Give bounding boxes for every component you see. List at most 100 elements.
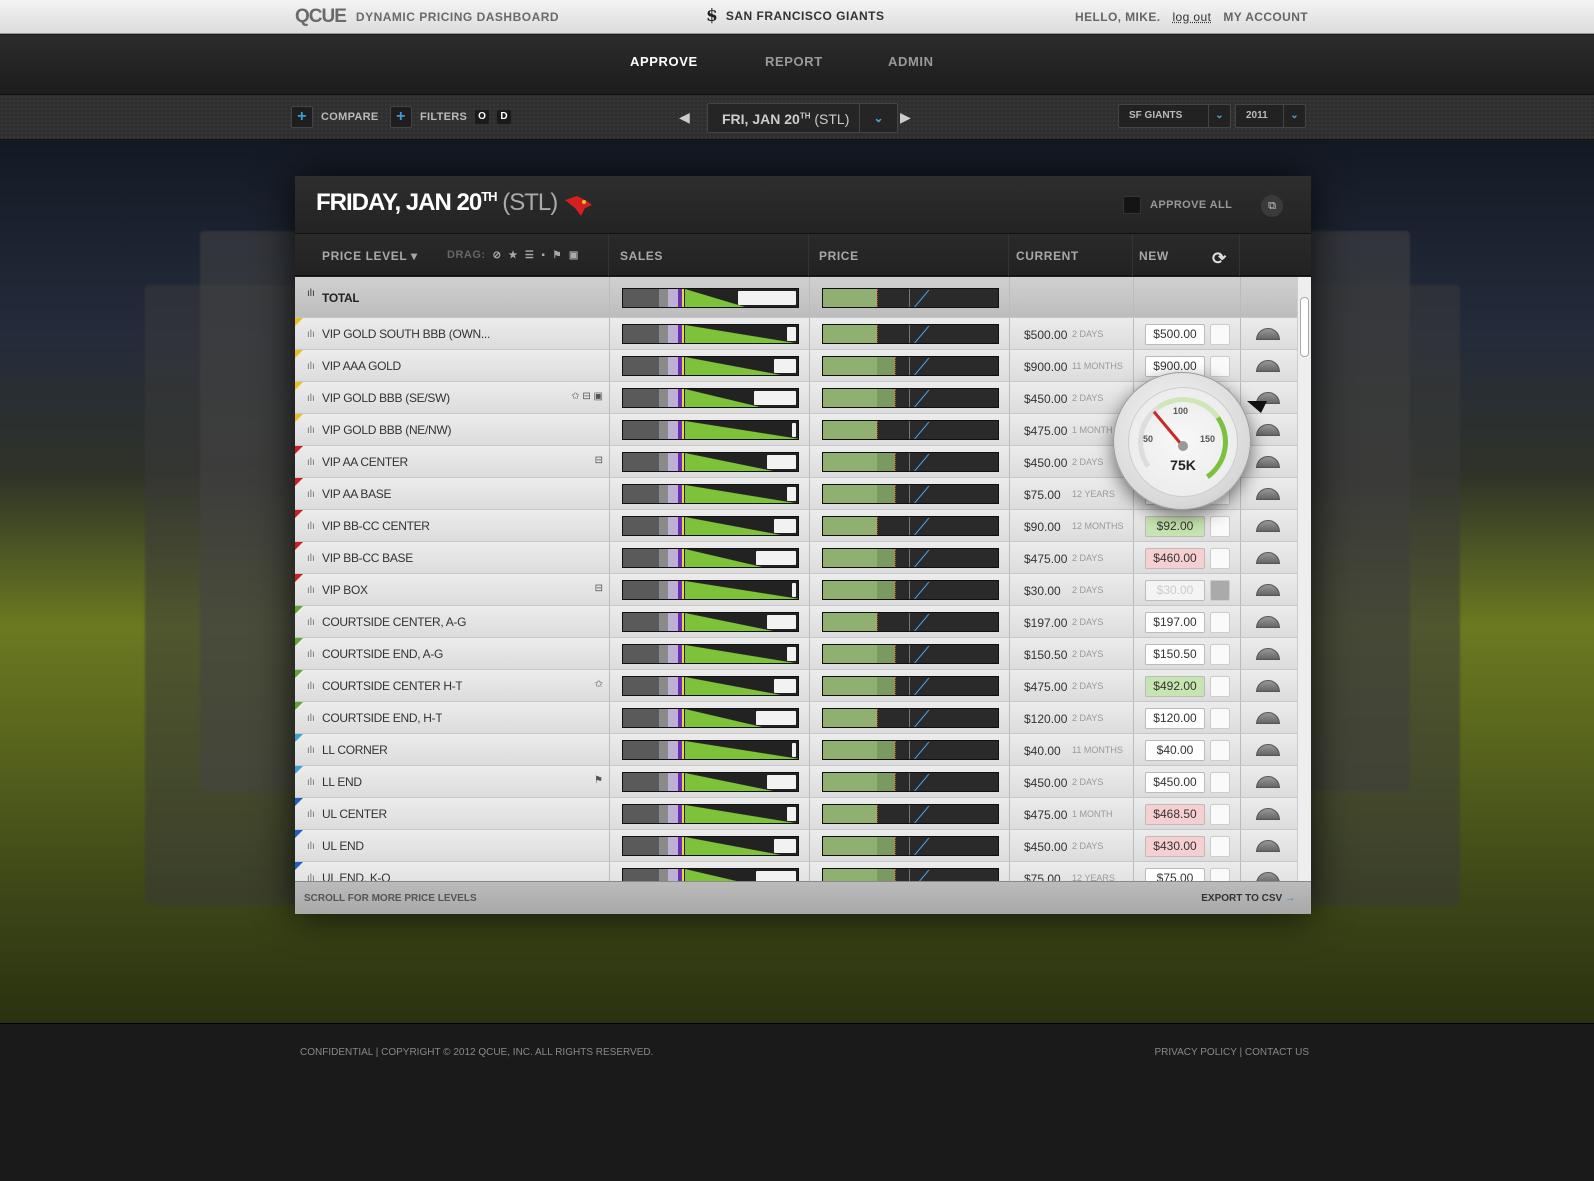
- approve-checkbox[interactable]: [1210, 836, 1230, 857]
- compare-button[interactable]: + COMPARE: [291, 105, 379, 129]
- footer-links[interactable]: PRIVACY POLICY | CONTACT US: [1155, 1047, 1310, 1058]
- table-row[interactable]: ılı LL END ⚑ $450.00 2 DAYS $450.00: [295, 766, 1297, 798]
- filters-button[interactable]: + FILTERS O D: [390, 105, 512, 129]
- copy-icon[interactable]: ⧉: [1261, 195, 1283, 217]
- bar-chart-icon[interactable]: ılı: [307, 777, 315, 788]
- bar-chart-icon[interactable]: ılı: [307, 873, 315, 881]
- bar-chart-icon[interactable]: ılı: [307, 809, 315, 820]
- gauge-icon[interactable]: [1256, 808, 1280, 820]
- table-row[interactable]: ılı VIP BB-CC BASE $475.00 2 DAYS $460.0…: [295, 542, 1297, 574]
- price-level-name[interactable]: VIP AAA GOLD: [322, 359, 401, 373]
- table-row[interactable]: ılı VIP GOLD SOUTH BBB (OWN... $500.00 2…: [295, 318, 1297, 350]
- gauge-icon[interactable]: [1256, 616, 1280, 628]
- approve-checkbox[interactable]: [1210, 324, 1230, 345]
- new-price-input[interactable]: $450.00: [1145, 772, 1205, 793]
- approve-checkbox[interactable]: [1210, 772, 1230, 793]
- price-level-name[interactable]: COURTSIDE END, A-G: [322, 647, 443, 661]
- gauge-icon[interactable]: [1256, 648, 1280, 660]
- new-price-input[interactable]: $120.00: [1145, 708, 1205, 729]
- bar-chart-icon[interactable]: ılı: [307, 425, 315, 436]
- approve-all-checkbox[interactable]: [1123, 196, 1141, 214]
- table-row[interactable]: ılı UL CENTER $475.00 1 MONTH $468.50: [295, 798, 1297, 830]
- new-price-input[interactable]: $468.50: [1145, 804, 1205, 825]
- gauge-icon[interactable]: [1256, 680, 1280, 692]
- lock-icon[interactable]: ▣: [569, 250, 579, 261]
- price-level-name[interactable]: VIP AA BASE: [322, 487, 391, 501]
- table-row[interactable]: ılı VIP AAA GOLD $900.00 11 MONTHS $900.…: [295, 350, 1297, 382]
- next-date-icon[interactable]: ▶: [900, 109, 911, 126]
- approve-checkbox[interactable]: [1210, 612, 1230, 633]
- approve-checkbox[interactable]: [1210, 644, 1230, 665]
- price-level-name[interactable]: VIP GOLD SOUTH BBB (OWN...: [322, 327, 490, 341]
- bar-chart-icon[interactable]: ılı: [307, 841, 315, 852]
- gauge-icon[interactable]: [1256, 872, 1280, 881]
- approve-checkbox[interactable]: [1210, 516, 1230, 537]
- approve-all[interactable]: APPROVE ALL: [1123, 196, 1232, 214]
- gauge-icon[interactable]: [1256, 488, 1280, 500]
- price-level-name[interactable]: UL END: [322, 839, 364, 853]
- new-price-input[interactable]: $460.00: [1145, 548, 1205, 569]
- tab-report[interactable]: REPORT: [765, 54, 823, 69]
- bar-chart-icon[interactable]: ılı: [307, 361, 315, 372]
- new-price-input[interactable]: $430.00: [1145, 836, 1205, 857]
- approve-checkbox[interactable]: [1210, 804, 1230, 825]
- bar-chart-icon[interactable]: ılı: [307, 521, 315, 532]
- bar-chart-icon[interactable]: ılı: [307, 489, 315, 500]
- approve-checkbox[interactable]: [1210, 356, 1230, 377]
- price-level-name[interactable]: LL CORNER: [322, 743, 388, 757]
- price-level-name[interactable]: VIP BB-CC CENTER: [322, 519, 430, 533]
- gauge-icon[interactable]: [1256, 744, 1280, 756]
- new-price-input[interactable]: $92.00: [1145, 516, 1205, 537]
- price-level-name[interactable]: COURTSIDE CENTER H-T: [322, 679, 462, 693]
- tab-approve[interactable]: APPROVE: [630, 54, 698, 69]
- gauge-icon[interactable]: [1256, 328, 1280, 340]
- approve-checkbox[interactable]: [1210, 868, 1230, 881]
- bar-chart-icon[interactable]: ılı: [307, 681, 315, 692]
- star-icon[interactable]: ★: [508, 250, 517, 261]
- gauge-icon[interactable]: [1256, 552, 1280, 564]
- price-level-name[interactable]: VIP BOX: [322, 583, 368, 597]
- gauge-icon[interactable]: [1256, 360, 1280, 372]
- table-row[interactable]: ılı VIP BB-CC CENTER $90.00 12 MONTHS $9…: [295, 510, 1297, 542]
- export-csv-link[interactable]: EXPORT TO CSV →: [1201, 893, 1295, 904]
- new-price-input[interactable]: $75.00: [1145, 868, 1205, 881]
- price-level-name[interactable]: LL END: [322, 775, 362, 789]
- approve-checkbox[interactable]: [1210, 708, 1230, 729]
- prev-date-icon[interactable]: ◀: [679, 109, 690, 126]
- table-row[interactable]: ılı COURTSIDE END, A-G $150.50 2 DAYS $1…: [295, 638, 1297, 670]
- table-row[interactable]: ılı COURTSIDE CENTER H-T ✩ $475.00 2 DAY…: [295, 670, 1297, 702]
- new-price-input[interactable]: $197.00: [1145, 612, 1205, 633]
- table-row[interactable]: ılı UL END, K-Q $75.00 12 YEARS $75.00: [295, 862, 1297, 881]
- table-row[interactable]: ılı LL CORNER $40.00 11 MONTHS $40.00: [295, 734, 1297, 766]
- bar-chart-icon[interactable]: ılı: [307, 457, 315, 468]
- table-row[interactable]: ılı COURTSIDE END, H-T $120.00 2 DAYS $1…: [295, 702, 1297, 734]
- bar-chart-icon[interactable]: ılı: [307, 745, 315, 756]
- bar-chart-icon[interactable]: ılı: [307, 713, 315, 724]
- gauge-icon[interactable]: [1256, 840, 1280, 852]
- gauge-icon[interactable]: [1256, 456, 1280, 468]
- new-price-input[interactable]: $150.50: [1145, 644, 1205, 665]
- approve-checkbox[interactable]: [1210, 548, 1230, 569]
- new-price-input[interactable]: $492.00: [1145, 676, 1205, 697]
- my-account-link[interactable]: MY ACCOUNT: [1223, 10, 1308, 24]
- price-level-name[interactable]: UL CENTER: [322, 807, 387, 821]
- bar-chart-icon[interactable]: ılı: [307, 553, 315, 564]
- date-select[interactable]: FRI, JAN 20TH (STL) ⌄: [707, 103, 898, 133]
- gauge-icon[interactable]: [1256, 712, 1280, 724]
- refresh-icon[interactable]: ⟳: [1212, 249, 1227, 269]
- bar-chart-icon[interactable]: ılı: [307, 585, 315, 596]
- new-price-input[interactable]: $500.00: [1145, 324, 1205, 345]
- table-row[interactable]: ılı COURTSIDE CENTER, A-G $197.00 2 DAYS…: [295, 606, 1297, 638]
- gauge-icon[interactable]: [1256, 776, 1280, 788]
- new-price-input[interactable]: $30.00: [1145, 580, 1205, 601]
- gauge-icon[interactable]: [1256, 424, 1280, 436]
- price-level-name[interactable]: COURTSIDE CENTER, A-G: [322, 615, 466, 629]
- team-select[interactable]: SF GIANTS ⌄: [1118, 104, 1231, 128]
- bar-chart-icon[interactable]: ılı: [307, 329, 315, 340]
- price-level-name[interactable]: VIP GOLD BBB (SE/SW): [322, 391, 450, 405]
- filter-d-toggle[interactable]: D: [497, 110, 512, 124]
- approve-checkbox[interactable]: [1210, 676, 1230, 697]
- tab-admin[interactable]: ADMIN: [888, 54, 934, 69]
- price-level-name[interactable]: VIP GOLD BBB (NE/NW): [322, 423, 451, 437]
- new-price-input[interactable]: $40.00: [1145, 740, 1205, 761]
